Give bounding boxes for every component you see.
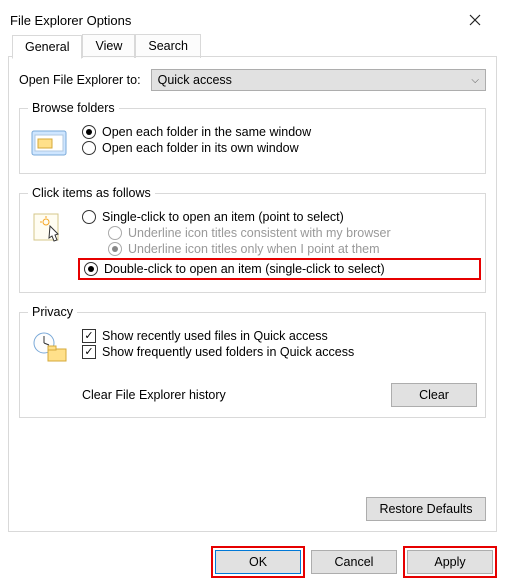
close-button[interactable]	[453, 6, 497, 34]
check-recent-files[interactable]: ✓ Show recently used files in Quick acce…	[82, 329, 477, 343]
browse-legend: Browse folders	[28, 101, 119, 115]
open-to-value: Quick access	[158, 73, 232, 87]
apply-label: Apply	[434, 555, 465, 569]
clear-button[interactable]: Clear	[391, 383, 477, 407]
general-panel: Open File Explorer to: Quick access ⌵ Br…	[8, 56, 497, 532]
radio-double-click[interactable]: Double-click to open an item (single-cli…	[78, 258, 481, 280]
browse-folders-group: Browse folders Open each folder in the s…	[19, 101, 486, 174]
radio-single-label: Single-click to open an item (point to s…	[102, 210, 344, 224]
history-icon	[28, 327, 72, 367]
open-to-row: Open File Explorer to: Quick access ⌵	[19, 69, 486, 91]
tab-container: General View Search Open File Explorer t…	[8, 56, 497, 532]
open-to-select[interactable]: Quick access ⌵	[151, 69, 486, 91]
radio-ul-browser-label: Underline icon titles consistent with my…	[128, 226, 391, 240]
tab-general-label: General	[25, 40, 69, 54]
tab-search[interactable]: Search	[135, 34, 201, 58]
ok-button[interactable]: OK	[215, 550, 301, 574]
titlebar: File Explorer Options	[0, 0, 505, 34]
radio-single-click[interactable]: Single-click to open an item (point to s…	[82, 210, 477, 224]
radio-same-label: Open each folder in the same window	[102, 125, 311, 139]
file-explorer-options-dialog: File Explorer Options General View Searc…	[0, 0, 505, 584]
clear-history-label: Clear File Explorer history	[82, 388, 226, 402]
open-to-label: Open File Explorer to:	[19, 73, 141, 87]
click-cursor-icon	[28, 208, 72, 248]
dialog-title: File Explorer Options	[10, 13, 131, 28]
radio-underline-browser: Underline icon titles consistent with my…	[108, 226, 477, 240]
restore-label: Restore Defaults	[379, 502, 472, 516]
radio-underline-point: Underline icon titles only when I point …	[108, 242, 477, 256]
privacy-legend: Privacy	[28, 305, 77, 319]
radio-own-window[interactable]: Open each folder in its own window	[82, 141, 477, 155]
radio-same-window[interactable]: Open each folder in the same window	[82, 125, 477, 139]
chevron-down-icon: ⌵	[471, 75, 479, 86]
click-legend: Click items as follows	[28, 186, 155, 200]
check-frequent-folders[interactable]: ✓ Show frequently used folders in Quick …	[82, 345, 477, 359]
ok-label: OK	[249, 555, 267, 569]
clear-btn-label: Clear	[419, 388, 449, 402]
tabstrip: General View Search	[12, 34, 201, 58]
restore-defaults-button[interactable]: Restore Defaults	[366, 497, 486, 521]
tab-view[interactable]: View	[82, 34, 135, 58]
tab-search-label: Search	[148, 39, 188, 53]
apply-button[interactable]: Apply	[407, 550, 493, 574]
check-recent-label: Show recently used files in Quick access	[102, 329, 328, 343]
folder-window-icon	[28, 123, 72, 163]
cancel-label: Cancel	[335, 555, 374, 569]
tab-view-label: View	[95, 39, 122, 53]
click-items-group: Click items as follows Single-click to o…	[19, 186, 486, 293]
radio-ul-point-label: Underline icon titles only when I point …	[128, 242, 380, 256]
check-frequent-label: Show frequently used folders in Quick ac…	[102, 345, 354, 359]
tab-general[interactable]: General	[12, 35, 82, 59]
radio-double-label: Double-click to open an item (single-cli…	[104, 262, 385, 276]
cancel-button[interactable]: Cancel	[311, 550, 397, 574]
privacy-group: Privacy ✓ Show recently used files in Qu…	[19, 305, 486, 418]
radio-own-label: Open each folder in its own window	[102, 141, 299, 155]
dialog-footer: OK Cancel Apply	[215, 550, 493, 574]
close-icon	[469, 14, 481, 26]
